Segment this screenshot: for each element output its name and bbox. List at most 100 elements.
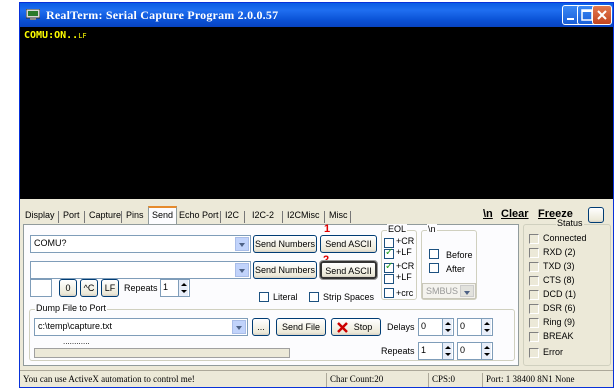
after-checkbox[interactable]	[429, 263, 439, 273]
repeats-value: 1	[163, 282, 169, 292]
marker-1: 1	[324, 223, 331, 235]
status-label: Error	[543, 347, 563, 357]
strip-spaces-label: Strip Spaces	[323, 292, 375, 302]
literal-checkbox[interactable]	[259, 292, 269, 302]
send-numbers-button-2[interactable]: Send Numbers	[253, 261, 317, 279]
ctrl-c-button[interactable]: ^C	[80, 279, 98, 297]
repeats-input[interactable]: 1	[160, 279, 190, 297]
close-button[interactable]	[592, 5, 612, 25]
terminal-line: COMU:ON..LF	[24, 30, 87, 41]
stop-label: Stop	[353, 322, 373, 332]
tab-divider	[84, 211, 85, 223]
smbus-select[interactable]: SMBUS 8	[422, 283, 476, 299]
status-dcd: DCD (1)	[529, 289, 609, 301]
spin-icon[interactable]	[442, 319, 452, 335]
delay1-input[interactable]: 0	[418, 318, 454, 336]
eol-cr1-label: +CR	[396, 236, 415, 246]
eol-crc-checkbox[interactable]	[384, 288, 394, 298]
terminal-display[interactable]: COMU:ON..LF	[20, 27, 613, 199]
chevron-down-icon[interactable]	[235, 263, 249, 277]
chevron-down-icon[interactable]	[235, 237, 249, 251]
realterm-window: RealTerm: Serial Capture Program 2.0.0.5…	[19, 2, 614, 388]
eol-lf1-checkbox[interactable]	[384, 247, 394, 259]
tab-display[interactable]: Display	[22, 208, 58, 224]
spin-icon[interactable]	[481, 319, 491, 335]
status-bar: You can use ActiveX automation to contro…	[20, 370, 613, 387]
app-icon	[26, 9, 40, 20]
title-bar[interactable]: RealTerm: Serial Capture Program 2.0.0.5…	[20, 3, 613, 27]
eol-lf1-label: +LF	[396, 247, 412, 257]
eol-title: EOL	[387, 224, 408, 234]
zero-button[interactable]: 0	[59, 279, 77, 297]
send-string-combo-2[interactable]	[30, 261, 251, 279]
status-title: Status	[556, 218, 584, 228]
status-group: Status Connected RXD (2) TXD (3) CTS (8)…	[523, 218, 611, 366]
send-ascii-button-2[interactable]: Send ASCII	[319, 260, 378, 280]
status-label: TXD (3)	[543, 261, 575, 271]
send-panel: COMU? Send Numbers 1 Send ASCII Send Num…	[23, 223, 519, 366]
newline-button[interactable]: \n	[483, 208, 493, 220]
close-icon	[597, 10, 607, 20]
spin-icon[interactable]	[442, 343, 452, 359]
eol-cr2-checkbox[interactable]	[384, 261, 394, 273]
lf-glyph: LF	[78, 32, 87, 40]
spin-icon[interactable]	[178, 280, 188, 296]
delay2-input[interactable]: 0	[457, 318, 493, 336]
tab-divider	[324, 211, 325, 223]
spin-icon[interactable]	[481, 343, 491, 359]
status-label: DSR (6)	[543, 303, 576, 313]
send-string-value-1: COMU?	[34, 238, 67, 248]
dump-file-combo[interactable]: c:\temp\capture.txt	[34, 318, 248, 336]
tab-echo-port[interactable]: Echo Port	[176, 208, 222, 224]
status-break: BREAK	[529, 331, 609, 343]
tab-misc[interactable]: Misc	[326, 208, 351, 224]
status-connected: Connected	[529, 233, 609, 245]
stop-button[interactable]: Stop	[331, 318, 381, 336]
indicator-icon	[529, 234, 539, 244]
before-label: Before	[446, 250, 473, 260]
eol-lf2-checkbox[interactable]	[384, 274, 394, 284]
send-numbers-button-1[interactable]: Send Numbers	[253, 235, 317, 253]
char-count: Char Count:20	[326, 373, 428, 387]
send-ascii-button-1[interactable]: Send ASCII	[320, 235, 377, 253]
eol-group: EOL +CR +LF +CR +LF +crc	[381, 224, 417, 300]
tab-i2c-2[interactable]: I2C-2	[249, 208, 277, 224]
tab-capture[interactable]: Capture	[86, 208, 124, 224]
indicator-icon	[529, 304, 539, 314]
dump-repeats2-input[interactable]: 0	[457, 342, 493, 360]
tab-pins[interactable]: Pins	[123, 208, 147, 224]
delay1-value: 0	[421, 321, 427, 331]
lf-button[interactable]: LF	[101, 279, 119, 297]
freeze-toggle-box[interactable]	[588, 207, 604, 223]
tab-send[interactable]: Send	[148, 206, 178, 224]
clear-button[interactable]: Clear	[501, 208, 529, 220]
char-input[interactable]	[30, 279, 52, 297]
tab-i2cmisc[interactable]: I2CMisc	[284, 208, 323, 224]
strip-spaces-checkbox[interactable]	[309, 292, 319, 302]
indicator-icon	[529, 348, 539, 358]
tab-divider	[282, 211, 283, 223]
repeats-label: Repeats	[124, 283, 158, 293]
tab-i2c[interactable]: I2C	[222, 208, 242, 224]
dump-repeats1-input[interactable]: 1	[418, 342, 454, 360]
delay2-value: 0	[460, 321, 466, 331]
tab-divider	[350, 211, 351, 223]
dump-repeats1-value: 1	[421, 345, 427, 355]
status-rxd: RXD (2)	[529, 247, 609, 259]
tab-port[interactable]: Port	[60, 208, 83, 224]
chevron-down-icon[interactable]	[460, 285, 474, 297]
chevron-down-icon[interactable]	[232, 320, 246, 334]
dump-file-group: Dump File to Port c:\temp\capture.txt ..…	[29, 303, 515, 361]
status-cts: CTS (8)	[529, 275, 609, 287]
dump-file-value: c:\temp\capture.txt	[38, 321, 113, 331]
status-txd: TXD (3)	[529, 261, 609, 273]
send-string-combo-1[interactable]: COMU?	[30, 235, 251, 253]
status-error: Error	[529, 347, 609, 359]
send-file-button[interactable]: Send File	[276, 318, 326, 336]
before-checkbox[interactable]	[429, 249, 439, 259]
browse-button[interactable]: ...	[252, 318, 270, 336]
window-title: RealTerm: Serial Capture Program 2.0.0.5…	[46, 8, 279, 22]
eol-cr2-label: +CR	[396, 261, 415, 271]
tab-divider	[58, 211, 59, 223]
status-message: You can use ActiveX automation to contro…	[23, 374, 195, 384]
